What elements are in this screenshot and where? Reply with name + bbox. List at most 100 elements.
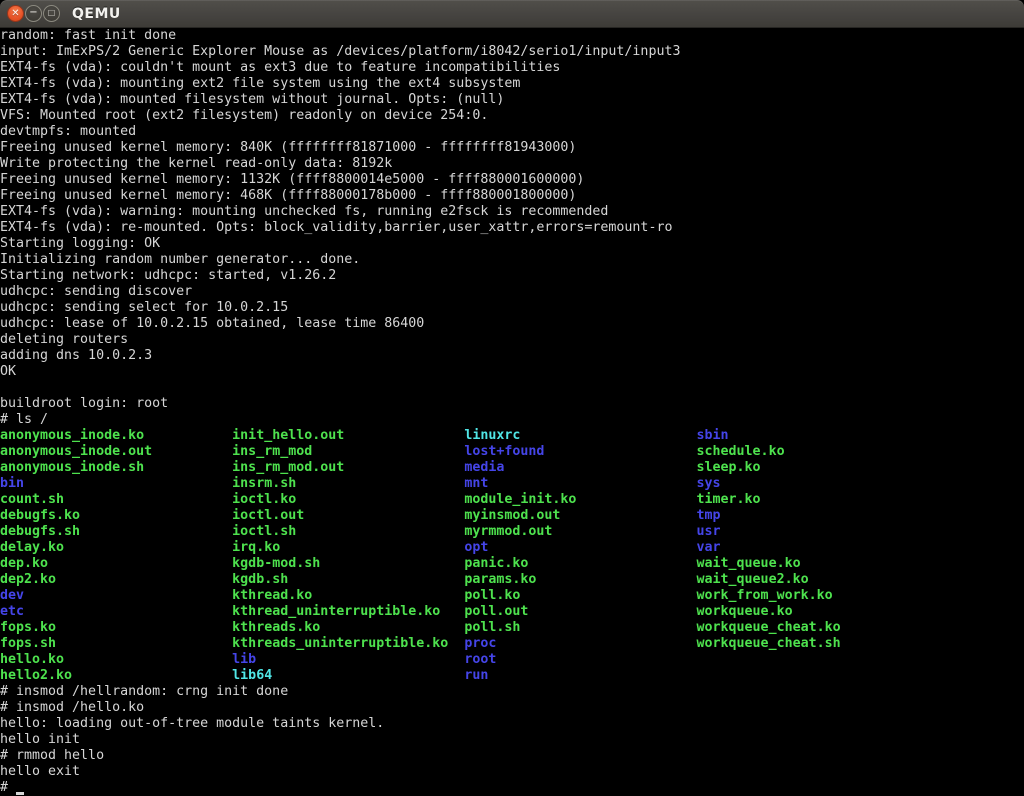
file-name: kthread_uninterruptible.ko — [232, 604, 464, 619]
console-line: Freeing unused kernel memory: 1132K (fff… — [0, 172, 1024, 188]
console-line: debugfs.sh ioctl.sh myrmmod.out usr — [0, 524, 1024, 540]
console-line: devtmpfs: mounted — [0, 124, 1024, 140]
file-name: fops.sh — [0, 636, 232, 651]
console-line: OK — [0, 364, 1024, 380]
file-name: poll.out — [464, 604, 696, 619]
file-name: module_init.ko — [464, 492, 696, 507]
file-name: workqueue_cheat.ko — [697, 620, 841, 635]
directory-name: media — [464, 460, 696, 475]
file-name: irq.ko — [232, 540, 464, 555]
console-line: EXT4-fs (vda): couldn't mount as ext3 du… — [0, 60, 1024, 76]
console-line: random: fast init done — [0, 28, 1024, 44]
console-line: deleting routers — [0, 332, 1024, 348]
console-line: fops.sh kthreads_uninterruptible.ko proc… — [0, 636, 1024, 652]
console-line: # ls / — [0, 412, 1024, 428]
directory-name: etc — [0, 604, 232, 619]
console-line: count.sh ioctl.ko module_init.ko timer.k… — [0, 492, 1024, 508]
terminal-cursor — [16, 780, 24, 796]
directory-name: usr — [697, 524, 721, 539]
window-title: QEMU — [72, 0, 121, 28]
directory-name: var — [697, 540, 721, 555]
console-line: adding dns 10.0.2.3 — [0, 348, 1024, 364]
file-name: ioctl.out — [232, 508, 464, 523]
file-name: dep.ko — [0, 556, 232, 571]
file-name: ins_rm_mod — [232, 444, 464, 459]
console-line: dev kthread.ko poll.ko work_from_work.ko — [0, 588, 1024, 604]
console-line: anonymous_inode.out ins_rm_mod lost+foun… — [0, 444, 1024, 460]
console-line: input: ImExPS/2 Generic Explorer Mouse a… — [0, 44, 1024, 60]
console-line: buildroot login: root — [0, 396, 1024, 412]
console-line: # rmmod hello — [0, 748, 1024, 764]
console-line: Freeing unused kernel memory: 468K (ffff… — [0, 188, 1024, 204]
console-line: hello exit — [0, 764, 1024, 780]
console-line: fops.ko kthreads.ko poll.sh workqueue_ch… — [0, 620, 1024, 636]
file-name: anonymous_inode.ko — [0, 428, 232, 443]
file-name: hello2.ko — [0, 668, 232, 683]
console-line: # insmod /hellrandom: crng init done — [0, 684, 1024, 700]
symlink-name: linuxrc — [464, 428, 696, 443]
console-line: EXT4-fs (vda): re-mounted. Opts: block_v… — [0, 220, 1024, 236]
console-line: udhcpc: sending discover — [0, 284, 1024, 300]
console-line: etc kthread_uninterruptible.ko poll.out … — [0, 604, 1024, 620]
console-line: Freeing unused kernel memory: 840K (ffff… — [0, 140, 1024, 156]
console-line: bin insrm.sh mnt sys — [0, 476, 1024, 492]
console-line: Write protecting the kernel read-only da… — [0, 156, 1024, 172]
qemu-window: ✕ − □ QEMU random: fast init doneinput: … — [0, 0, 1024, 796]
directory-name: root — [464, 652, 696, 667]
directory-name: opt — [464, 540, 696, 555]
console-line — [0, 380, 1024, 396]
directory-name: lib — [232, 652, 464, 667]
file-name: kthreads.ko — [232, 620, 464, 635]
directory-name: sys — [697, 476, 721, 491]
file-name: kgdb-mod.sh — [232, 556, 464, 571]
console-line: Initializing random number generator... … — [0, 252, 1024, 268]
console-line: debugfs.ko ioctl.out myinsmod.out tmp — [0, 508, 1024, 524]
directory-name: dev — [0, 588, 232, 603]
console-line: VFS: Mounted root (ext2 filesystem) read… — [0, 108, 1024, 124]
file-name: anonymous_inode.sh — [0, 460, 232, 475]
file-name: count.sh — [0, 492, 232, 507]
file-name: wait_queue.ko — [697, 556, 801, 571]
file-name: poll.ko — [464, 588, 696, 603]
file-name: workqueue.ko — [697, 604, 793, 619]
minimize-button[interactable]: − — [25, 5, 42, 22]
console-line: EXT4-fs (vda): warning: mounting uncheck… — [0, 204, 1024, 220]
console-line: # — [0, 780, 1024, 796]
console-line: delay.ko irq.ko opt var — [0, 540, 1024, 556]
console-line: udhcpc: sending select for 10.0.2.15 — [0, 300, 1024, 316]
file-name: kgdb.sh — [232, 572, 464, 587]
console-line: hello.ko lib root — [0, 652, 1024, 668]
directory-name: lost+found — [464, 444, 696, 459]
file-name: debugfs.sh — [0, 524, 232, 539]
maximize-button[interactable]: □ — [43, 5, 60, 22]
file-name: insrm.sh — [232, 476, 464, 491]
file-name: wait_queue2.ko — [697, 572, 809, 587]
console-line: anonymous_inode.ko init_hello.out linuxr… — [0, 428, 1024, 444]
file-name: anonymous_inode.out — [0, 444, 232, 459]
console-line: # insmod /hello.ko — [0, 700, 1024, 716]
console-line: Starting network: udhcpc: started, v1.26… — [0, 268, 1024, 284]
console-line: EXT4-fs (vda): mounted filesystem withou… — [0, 92, 1024, 108]
file-name: workqueue_cheat.sh — [697, 636, 841, 651]
close-icon: ✕ — [11, 9, 19, 19]
file-name: ioctl.ko — [232, 492, 464, 507]
file-name: work_from_work.ko — [697, 588, 833, 603]
console-line: dep.ko kgdb-mod.sh panic.ko wait_queue.k… — [0, 556, 1024, 572]
minimize-icon: − — [29, 8, 37, 18]
file-name: dep2.ko — [0, 572, 232, 587]
symlink-name: lib64 — [232, 668, 464, 683]
file-name: poll.sh — [464, 620, 696, 635]
console-line: hello: loading out-of-tree module taints… — [0, 716, 1024, 732]
file-name: kthreads_uninterruptible.ko — [232, 636, 464, 651]
file-name: timer.ko — [697, 492, 761, 507]
file-name: params.ko — [464, 572, 696, 587]
file-name: hello.ko — [0, 652, 232, 667]
terminal-screen[interactable]: random: fast init doneinput: ImExPS/2 Ge… — [0, 28, 1024, 796]
titlebar[interactable]: ✕ − □ QEMU — [0, 0, 1024, 28]
file-name: ins_rm_mod.out — [232, 460, 464, 475]
file-name: myinsmod.out — [464, 508, 696, 523]
close-button[interactable]: ✕ — [7, 5, 24, 22]
maximize-icon: □ — [48, 9, 56, 17]
console-line: dep2.ko kgdb.sh params.ko wait_queue2.ko — [0, 572, 1024, 588]
directory-name: bin — [0, 476, 232, 491]
